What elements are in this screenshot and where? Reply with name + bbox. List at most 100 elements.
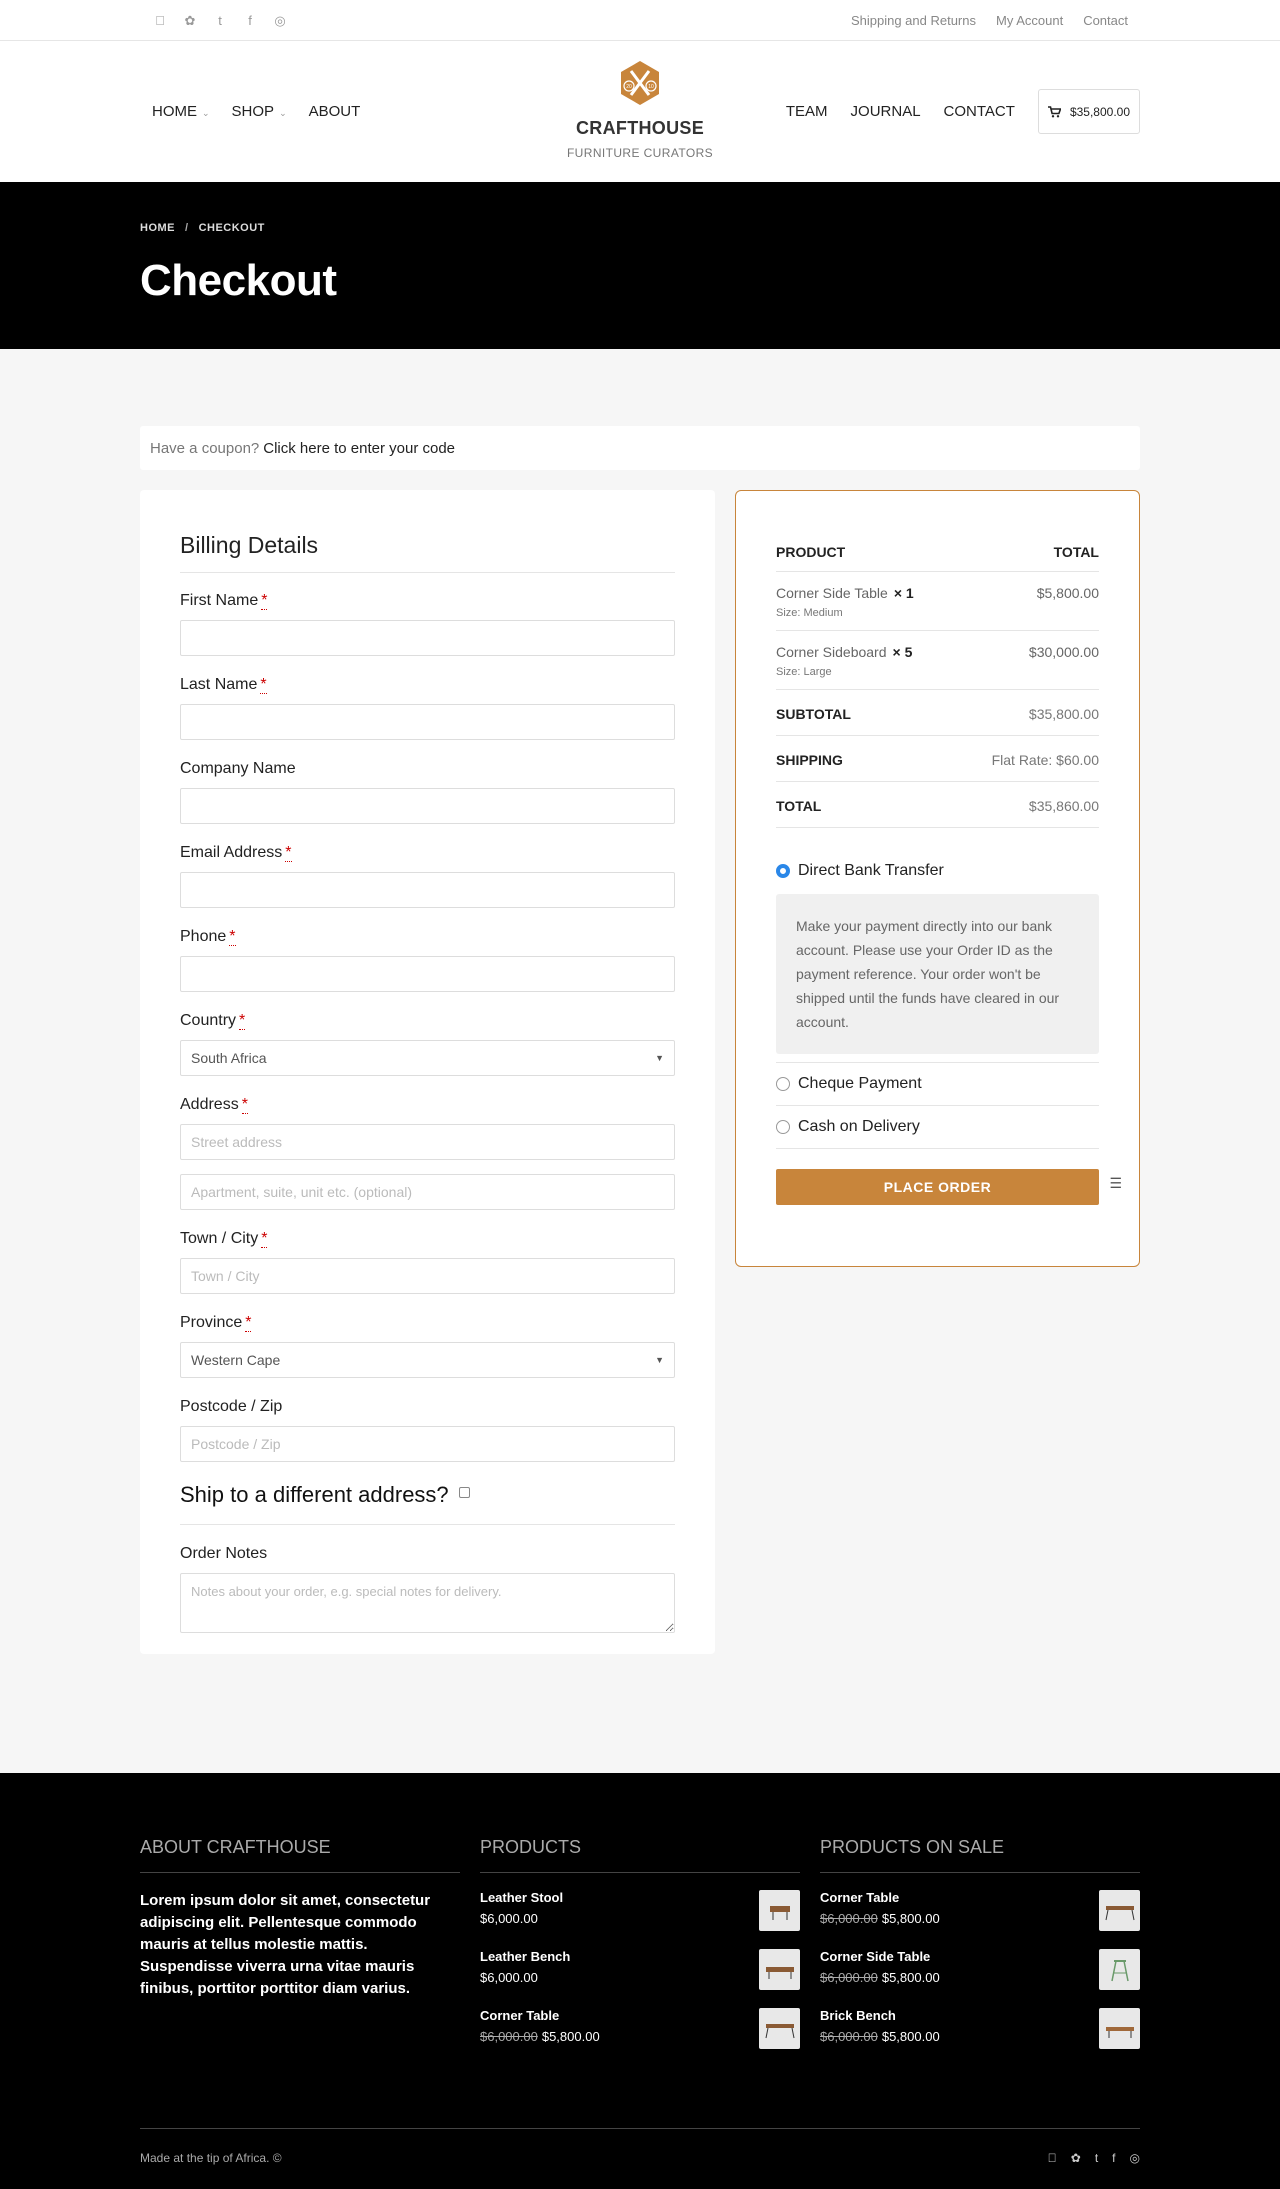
apartment-field[interactable] xyxy=(180,1174,675,1210)
apple-icon[interactable]:  xyxy=(152,13,168,29)
coupon-notice: Have a coupon? Click here to enter your … xyxy=(140,426,1140,470)
site-header: HOME ⌄ SHOP ⌄ ABOUT 20 10 CRAFTHOUSE FURNI… xyxy=(0,41,1280,182)
country-select[interactable]: South Africa ▼ xyxy=(180,1040,675,1076)
tumblr-icon[interactable]: t xyxy=(1095,2151,1098,2165)
item-qty: × 1 xyxy=(893,585,914,601)
nav-shop[interactable]: SHOP ⌄ xyxy=(232,103,287,120)
first-name-field[interactable] xyxy=(180,620,675,656)
nav-team[interactable]: TEAM xyxy=(786,103,828,120)
caret-down-icon: ▼ xyxy=(655,1355,664,1365)
copyright-text: Made at the tip of Africa. © xyxy=(140,2151,282,2165)
nav-contact[interactable]: CONTACT xyxy=(944,103,1015,120)
email-label: Email Address * xyxy=(180,844,292,862)
product-thumbnail[interactable] xyxy=(1099,1949,1140,1990)
site-logo[interactable]: 20 10 CRAFTHOUSE FURNITURE CURATORS xyxy=(540,59,740,160)
svg-text:20: 20 xyxy=(626,84,632,90)
town-field[interactable] xyxy=(180,1258,675,1294)
nav-about[interactable]: ABOUT xyxy=(309,103,361,120)
cart-icon xyxy=(1047,105,1061,117)
order-table-header: PRODUCT TOTAL xyxy=(776,531,1099,572)
shipping-row: SHIPPING Flat Rate: $60.00 xyxy=(776,736,1099,782)
cart-button[interactable]: $35,800.00 xyxy=(1037,89,1140,134)
order-item: Corner Side Table × 1 Size: Medium $5,800… xyxy=(776,572,1099,631)
facebook-icon[interactable]: f xyxy=(242,13,258,29)
postcode-field[interactable] xyxy=(180,1426,675,1462)
breadcrumb-current: CHECKOUT xyxy=(198,222,265,234)
list-item[interactable]: Leather Bench $6,000.00 xyxy=(480,1949,800,1991)
payment-bank-transfer[interactable]: Direct Bank Transfer xyxy=(776,862,1099,880)
total-row: TOTAL $35,860.00 xyxy=(776,782,1099,828)
cheque-radio[interactable] xyxy=(776,1077,790,1091)
list-item[interactable]: Brick Bench $6,000.00 $5,800.00 xyxy=(820,2008,1140,2050)
page-title: Checkout xyxy=(140,256,337,305)
order-notes-field[interactable] xyxy=(180,1573,675,1633)
page-hero: HOME / CHECKOUT Checkout xyxy=(0,182,1280,349)
nav-journal[interactable]: JOURNAL xyxy=(851,103,921,120)
header-product: PRODUCT xyxy=(776,544,846,560)
ship-different-checkbox[interactable] xyxy=(458,1486,470,1498)
phone-field[interactable] xyxy=(180,956,675,992)
footer-social-links:  ✿ t f ◎ xyxy=(1048,2151,1140,2165)
email-field[interactable] xyxy=(180,872,675,908)
caret-down-icon: ▼ xyxy=(655,1053,664,1063)
facebook-icon[interactable]: f xyxy=(1112,2151,1115,2165)
twitter-icon[interactable]: ✿ xyxy=(1071,2151,1081,2165)
nav-home[interactable]: HOME ⌄ xyxy=(152,103,210,120)
province-select[interactable]: Western Cape ▼ xyxy=(180,1342,675,1378)
footer-sale: PRODUCTS ON SALE Corner Table $6,000.00 $5… xyxy=(820,1837,1140,2050)
last-name-field[interactable] xyxy=(180,704,675,740)
my-account-link[interactable]: My Account xyxy=(996,13,1063,28)
apple-icon[interactable]:  xyxy=(1048,2151,1057,2165)
payment-methods: Direct Bank Transfer Make your payment d… xyxy=(776,862,1099,1205)
payment-cheque[interactable]: Cheque Payment xyxy=(776,1063,1099,1106)
list-item[interactable]: Corner Side Table $6,000.00 $5,800.00 xyxy=(820,1949,1140,1991)
item-total: $30,000.00 xyxy=(1028,644,1099,660)
contact-link[interactable]: Contact xyxy=(1083,13,1128,28)
street-address-field[interactable] xyxy=(180,1124,675,1160)
payment-cod[interactable]: Cash on Delivery xyxy=(776,1106,1099,1149)
bank-transfer-radio[interactable] xyxy=(776,864,790,878)
layers-icon[interactable]: ☰ xyxy=(1109,1175,1122,1192)
town-label: Town / City * xyxy=(180,1230,268,1248)
ship-different-title: Ship to a different address? xyxy=(180,1482,449,1507)
province-value: Western Cape xyxy=(191,1352,281,1368)
footer-bottom: Made at the tip of Africa. ©  ✿ t f ◎ xyxy=(140,2128,1140,2165)
checkout-main: Have a coupon? Click here to enter your … xyxy=(0,349,1280,1773)
item-name: Corner Sideboard xyxy=(776,644,887,660)
tumblr-icon[interactable]: t xyxy=(212,13,228,29)
order-notes-label: Order Notes xyxy=(180,1545,268,1562)
company-field[interactable] xyxy=(180,788,675,824)
item-qty: × 5 xyxy=(892,644,913,660)
dribbble-icon[interactable]: ◎ xyxy=(272,13,288,29)
company-label: Company Name xyxy=(180,760,296,777)
product-thumbnail[interactable] xyxy=(759,2008,800,2049)
footer-about-text: Lorem ipsum dolor sit amet, consectetur … xyxy=(140,1892,431,1997)
product-thumbnail[interactable] xyxy=(1099,2008,1140,2049)
footer-sale-title: PRODUCTS ON SALE xyxy=(820,1837,1140,1873)
footer-products-title: PRODUCTS xyxy=(480,1837,800,1873)
item-meta: Size: Medium xyxy=(776,607,843,619)
list-item[interactable]: Corner Table $6,000.00 $5,800.00 xyxy=(820,1890,1140,1932)
cod-radio[interactable] xyxy=(776,1120,790,1134)
coupon-prompt: Have a coupon? xyxy=(150,439,260,457)
shipping-returns-link[interactable]: Shipping and Returns xyxy=(851,13,976,28)
product-thumbnail[interactable] xyxy=(1099,1890,1140,1931)
site-footer: ABOUT CRAFTHOUSE Lorem ipsum dolor sit a… xyxy=(0,1773,1280,2189)
list-item[interactable]: Corner Table $6,000.00 $5,800.00 xyxy=(480,2008,800,2050)
dribbble-icon[interactable]: ◎ xyxy=(1130,2151,1140,2165)
product-thumbnail[interactable] xyxy=(759,1949,800,1990)
header-total: TOTAL xyxy=(1053,544,1099,560)
coupon-link[interactable]: Click here to enter your code xyxy=(263,440,455,457)
logo-name: CRAFTHOUSE xyxy=(576,118,704,138)
list-item[interactable]: Leather Stool $6,000.00 xyxy=(480,1890,800,1932)
address-label: Address * xyxy=(180,1096,248,1114)
twitter-icon[interactable]: ✿ xyxy=(182,13,198,29)
chevron-down-icon: ⌄ xyxy=(279,108,287,118)
footer-products: PRODUCTS Leather Stool $6,000.00 Leather … xyxy=(480,1837,800,2050)
product-thumbnail[interactable] xyxy=(759,1890,800,1931)
footer-about-title: ABOUT CRAFTHOUSE xyxy=(140,1837,460,1873)
place-order-button[interactable]: PLACE ORDER xyxy=(776,1169,1099,1205)
province-label: Province * xyxy=(180,1314,252,1332)
country-label: Country * xyxy=(180,1012,246,1030)
breadcrumb-home[interactable]: HOME xyxy=(140,222,175,234)
